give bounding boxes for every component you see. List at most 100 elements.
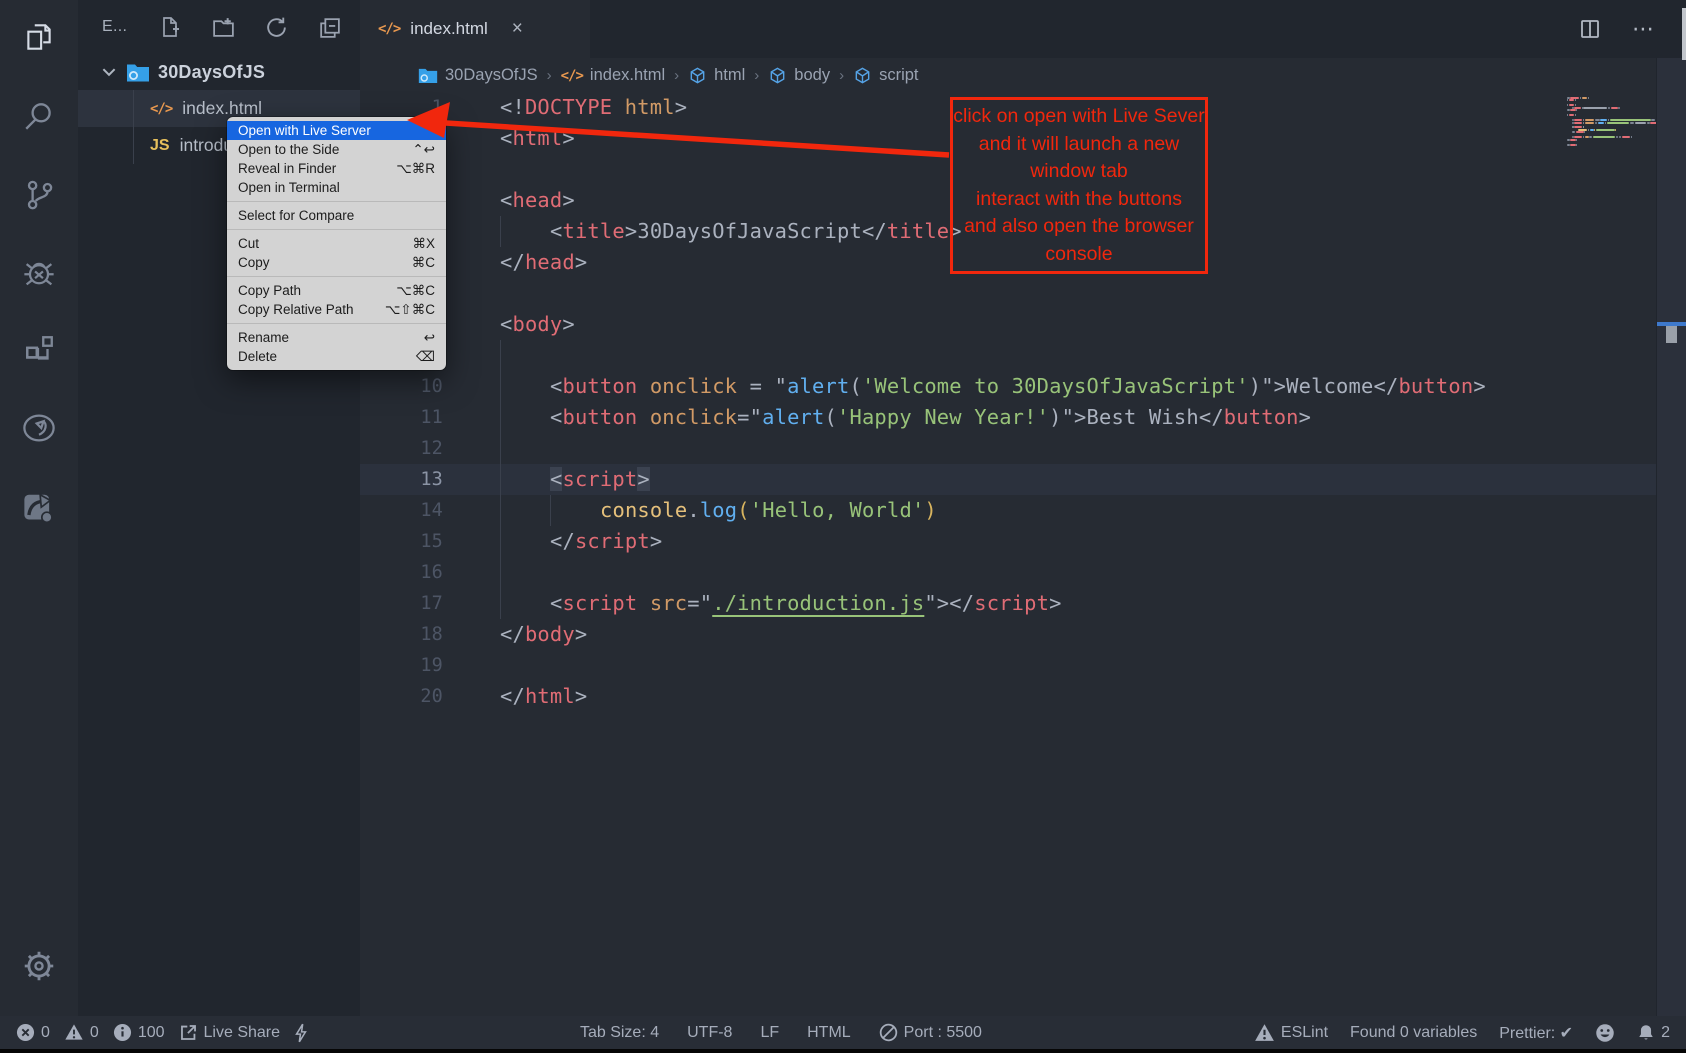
new-folder-icon[interactable]	[210, 14, 236, 40]
code-line-10[interactable]: 10<button onclick = "alert('Welcome to 3…	[360, 371, 1686, 402]
token: </	[1199, 405, 1224, 429]
minimap-line	[1572, 131, 1575, 133]
menu-item-open-in-terminal[interactable]: Open in Terminal	[227, 178, 446, 197]
minimap-line	[1570, 109, 1575, 111]
close-icon[interactable]: ×	[512, 18, 523, 40]
code-line-12[interactable]: 12	[360, 433, 1686, 464]
status-item-eol[interactable]: LF	[760, 1024, 779, 1042]
debug-icon[interactable]	[17, 250, 61, 294]
menu-item-delete[interactable]: Delete⌫	[227, 347, 446, 366]
token: <	[550, 591, 562, 615]
menu-item-copy-path[interactable]: Copy Path⌥⌘C	[227, 281, 446, 300]
line-text: <!DOCTYPE html>	[500, 92, 687, 123]
collapse-all-icon[interactable]	[316, 14, 342, 40]
status-item-language-mode[interactable]: HTML	[807, 1024, 851, 1042]
more-actions-icon[interactable]: ⋯	[1632, 24, 1656, 34]
menu-separator	[227, 323, 446, 324]
extensions-icon[interactable]	[17, 328, 61, 372]
code-line-20[interactable]: 20</html>	[360, 681, 1686, 712]
line-text: <script>	[500, 464, 650, 495]
status-item-label: Tab Size: 4	[580, 1024, 659, 1042]
code-line-9[interactable]: 9	[360, 340, 1686, 371]
status-item-tab-size[interactable]: Tab Size: 4	[580, 1024, 659, 1042]
token: button	[562, 374, 637, 398]
status-item-label: 2	[1661, 1024, 1670, 1042]
gear-icon[interactable]	[17, 944, 61, 988]
status-item-live-server-port[interactable]: Port : 5500	[879, 1023, 982, 1042]
menu-item-label: Copy Relative Path	[238, 302, 373, 317]
minimap-line	[1574, 122, 1582, 124]
minimap-line	[1589, 136, 1592, 138]
refresh-icon[interactable]	[263, 14, 289, 40]
status-item-prettier-status[interactable]: Prettier: ✔	[1499, 1023, 1573, 1043]
token: >	[575, 684, 587, 708]
status-bar: 00 100 Live Share Tab Size: 4 UTF-8 LF HTML Po…	[0, 1016, 1686, 1049]
status-item-info-count[interactable]: 100	[113, 1023, 165, 1042]
menu-item-reveal-in-finder[interactable]: Reveal in Finder⌥⌘R	[227, 159, 446, 178]
share-extension-icon[interactable]	[17, 484, 61, 528]
breadcrumb-item-30daysofjs[interactable]: 30DaysOfJS	[418, 66, 538, 85]
status-item-warnings-count[interactable]: 0	[64, 1023, 99, 1042]
breadcrumb-item-script[interactable]: script	[853, 66, 918, 85]
smiley-icon	[1595, 1023, 1615, 1043]
status-item-live-share-button[interactable]: Live Share	[179, 1023, 281, 1042]
menu-item-label: Open in Terminal	[238, 180, 435, 195]
indent-guide	[500, 495, 550, 526]
code-line-19[interactable]: 19	[360, 650, 1686, 681]
breadcrumb-separator: ›	[547, 67, 552, 84]
breadcrumb-item-index-html[interactable]: </>index.html	[561, 66, 666, 85]
tab-index-html[interactable]: </> index.html ×	[360, 0, 590, 58]
source-control-icon[interactable]	[17, 172, 61, 216]
code-line-7[interactable]: 7	[360, 278, 1686, 309]
status-item-eslint-status[interactable]: ESLint	[1254, 1023, 1328, 1043]
status-item-feedback-smiley[interactable]	[1595, 1023, 1615, 1043]
code-line-8[interactable]: 8<body>	[360, 309, 1686, 340]
code-line-14[interactable]: 14console.log('Hello, World')	[360, 495, 1686, 526]
indent-guide	[500, 216, 550, 247]
breadcrumb-item-html[interactable]: html	[688, 66, 745, 85]
token: (	[825, 405, 837, 429]
search-icon[interactable]	[17, 94, 61, 138]
menu-item-select-for-compare[interactable]: Select for Compare	[227, 206, 446, 225]
minimap-line	[1576, 139, 1577, 141]
code-line-15[interactable]: 15</script>	[360, 526, 1686, 557]
menu-item-open-to-the-side[interactable]: Open to the Side⌃↩	[227, 140, 446, 159]
status-item-label: ESLint	[1281, 1024, 1328, 1042]
status-item-encoding[interactable]: UTF-8	[687, 1024, 732, 1042]
menu-item-cut[interactable]: Cut⌘X	[227, 234, 446, 253]
status-item-bolt-button[interactable]	[294, 1023, 308, 1043]
live-share-icon[interactable]	[17, 406, 61, 450]
token: ./introduction.js	[712, 591, 924, 615]
menu-item-copy[interactable]: Copy⌘C	[227, 253, 446, 272]
status-item-notifications-bell[interactable]: 2	[1637, 1023, 1670, 1042]
token	[637, 405, 649, 429]
code-line-18[interactable]: 18</body>	[360, 619, 1686, 650]
menu-item-copy-relative-path[interactable]: Copy Relative Path⌥⇧⌘C	[227, 300, 446, 319]
code-line-11[interactable]: 11<button onclick="alert('Happy New Year…	[360, 402, 1686, 433]
new-file-icon[interactable]	[157, 14, 183, 40]
file-name: index.html	[182, 98, 262, 119]
folder-row-30daysofjs[interactable]: 30DaysOfJS	[78, 54, 360, 90]
minimap-line	[1567, 109, 1570, 111]
line-text: </script>	[500, 526, 662, 557]
menu-item-open-with-live-server[interactable]: Open with Live Server	[227, 121, 446, 140]
split-editor-icon[interactable]	[1578, 17, 1602, 41]
minimap[interactable]	[1567, 97, 1655, 147]
breadcrumb-item-body[interactable]: body	[768, 66, 830, 85]
status-item-errors-count[interactable]: 0	[16, 1023, 50, 1042]
scrollbar-thumb[interactable]	[1666, 326, 1677, 343]
explorer-icon[interactable]	[17, 16, 61, 60]
indent-guide	[500, 526, 550, 557]
html-icon: </>	[561, 66, 583, 85]
minimap-line	[1570, 144, 1575, 146]
code-line-16[interactable]: 16	[360, 557, 1686, 588]
menu-item-label: Cut	[238, 236, 400, 251]
code-line-13[interactable]: 13<script>	[360, 464, 1686, 495]
token: Best Wish	[1087, 405, 1199, 429]
token: ="	[737, 405, 762, 429]
token: 'Welcome to 30DaysOfJavaScript'	[862, 374, 1249, 398]
code-line-17[interactable]: 17<script src="./introduction.js"></scri…	[360, 588, 1686, 619]
status-item-variables-found[interactable]: Found 0 variables	[1350, 1024, 1477, 1042]
status-item-label: HTML	[807, 1024, 851, 1042]
menu-item-rename[interactable]: Rename↩	[227, 328, 446, 347]
